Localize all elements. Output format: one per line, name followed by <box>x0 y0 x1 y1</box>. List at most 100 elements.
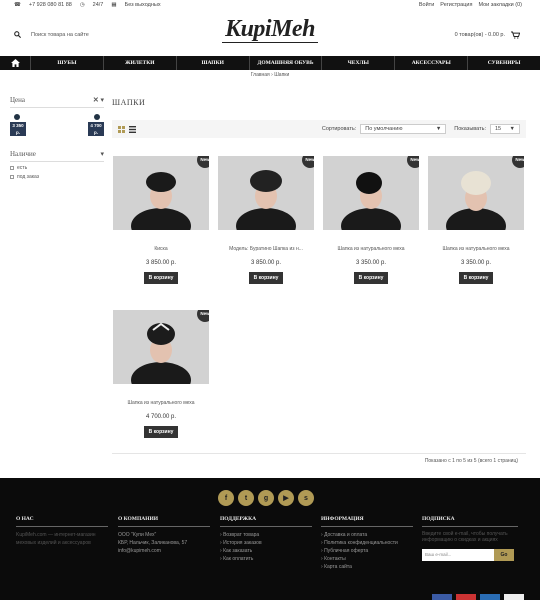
footer-link[interactable]: › История заказов <box>220 539 312 547</box>
filter-option-on-order[interactable]: под заказ <box>10 174 104 180</box>
cart-summary[interactable]: 0 товар(ов) - 0.00 р. <box>455 31 520 39</box>
nav-item-hats[interactable]: ШАПКИ <box>175 56 249 70</box>
sort-select[interactable]: По умолчанию ▼ <box>360 124 447 134</box>
cart-icon[interactable] <box>511 31 520 39</box>
price-slider-max-handle[interactable] <box>94 114 100 120</box>
home-button[interactable] <box>0 56 30 70</box>
footer-link[interactable]: › Возврат товара <box>220 531 312 539</box>
price-min-label: 3 350 р. <box>10 122 26 136</box>
nav-item-vests[interactable]: ЖИЛЕТКИ <box>102 56 176 70</box>
product-image[interactable]: New <box>218 156 314 230</box>
phone-number[interactable]: +7 928 080 81 88 <box>29 2 72 8</box>
calendar-icon: ▦ <box>111 2 117 8</box>
list-view-icon[interactable] <box>129 125 136 133</box>
footer-link[interactable]: › Как оплатить <box>220 555 312 563</box>
nav-item-slippers[interactable]: ДОМАШНЯЯ ОБУВЬ <box>248 56 322 70</box>
search-bar[interactable]: Поиск товара на сайте <box>14 31 89 38</box>
nav-item-covers[interactable]: ЧЕХЛЫ <box>321 56 394 70</box>
search-input[interactable]: Поиск товара на сайте <box>31 32 89 38</box>
product-image[interactable]: New <box>323 156 419 230</box>
price-filter-title: Цена <box>10 96 26 104</box>
model-photo-icon <box>341 172 401 230</box>
search-icon[interactable] <box>14 31 21 38</box>
product-image[interactable]: New <box>113 156 209 230</box>
availability-filter-header[interactable]: Наличие ▾ <box>10 150 104 162</box>
footer-link[interactable]: › Как заказать <box>220 547 312 555</box>
product-image[interactable]: New <box>113 310 209 384</box>
footer-subscribe-title: ПОДПИСКА <box>422 516 518 527</box>
product-card[interactable]: New Шапка из натурального меха 3 350.00 … <box>427 156 525 284</box>
twitter-icon[interactable]: t <box>238 490 254 506</box>
subscribe-text: Введите свой e-mail, чтобы получать инфо… <box>422 531 508 543</box>
add-to-cart-button[interactable]: В корзину <box>143 426 179 438</box>
footer-support: ПОДДЕРЖКА › Возврат товара › История зак… <box>220 516 312 563</box>
add-to-cart-button[interactable]: В корзину <box>353 272 389 284</box>
footer-email-link[interactable]: info@kupimeh.com <box>118 547 210 555</box>
product-name[interactable]: Шапка из натурального меха <box>427 246 525 254</box>
footer-link[interactable]: › Контакты <box>321 555 413 563</box>
footer-about-text: KupiMeh.com — интернет-магазин меховых и… <box>16 532 96 546</box>
breadcrumb-home[interactable]: Главная <box>251 72 270 78</box>
product-name[interactable]: Киска <box>112 246 210 254</box>
product-card[interactable]: New Шапка из натурального меха 3 350.00 … <box>322 156 420 284</box>
checkbox[interactable] <box>10 175 14 179</box>
price-slider-min-handle[interactable] <box>14 114 20 120</box>
product-card[interactable]: New Модель: Буратино Шапка из н... 3 850… <box>217 156 315 284</box>
price-filter-header[interactable]: Цена ✕ ▾ <box>10 96 104 108</box>
grid-view-icon[interactable] <box>118 125 125 133</box>
product-name[interactable]: Шапка из натурального меха <box>112 400 210 408</box>
product-card[interactable]: New Шапка из натурального меха 4 700.00 … <box>112 310 210 438</box>
bookmarks-link[interactable]: Мои закладки (0) <box>478 2 522 8</box>
footer-link[interactable]: › Доставка и оплата <box>321 531 413 539</box>
facebook-icon[interactable]: f <box>218 490 234 506</box>
product-price: 4 700.00 р. <box>145 414 177 420</box>
add-to-cart-button[interactable]: В корзину <box>143 272 179 284</box>
product-price: 3 850.00 р. <box>250 260 282 266</box>
youtube-icon[interactable]: ▶ <box>278 490 294 506</box>
product-card[interactable]: New Киска 3 850.00 р. В корзину <box>112 156 210 284</box>
limit-select[interactable]: 15 ▼ <box>490 124 520 134</box>
product-price: 3 850.00 р. <box>145 260 177 266</box>
footer-about: О НАС KupiMeh.com — интернет-магазин мех… <box>16 516 108 547</box>
add-to-cart-button[interactable]: В корзину <box>248 272 284 284</box>
checkbox[interactable] <box>10 166 14 170</box>
footer-about-title: О НАС <box>16 516 108 527</box>
product-name[interactable]: Модель: Буратино Шапка из н... <box>217 246 315 254</box>
cart-label[interactable]: 0 товар(ов) - 0.00 р. <box>455 32 505 38</box>
register-link[interactable]: Регистрация <box>440 2 472 8</box>
breadcrumb: Главная › Шапки <box>250 72 290 78</box>
home-icon <box>10 59 20 67</box>
footer-link[interactable]: › Политика конфиденциальности <box>321 539 413 547</box>
close-icon[interactable]: ✕ <box>93 96 99 104</box>
top-bar: ☎ +7 928 080 81 88 ◷ 24/7 ▦ Без выходных… <box>0 0 540 14</box>
filter-option-in-stock[interactable]: есть <box>10 165 104 171</box>
product-price: 3 350.00 р. <box>460 260 492 266</box>
clock-icon: ◷ <box>79 2 85 8</box>
payment-icon <box>504 594 524 600</box>
model-photo-icon <box>131 172 191 230</box>
footer-support-title: ПОДДЕРЖКА <box>220 516 312 527</box>
google-plus-icon[interactable]: g <box>258 490 274 506</box>
pagination-info: Показано с 1 по 5 из 5 (всего 1 страниц) <box>424 458 518 464</box>
product-price: 3 350.00 р. <box>355 260 387 266</box>
days-text: Без выходных <box>124 2 161 8</box>
footer-link[interactable]: › Публичная оферта <box>321 547 413 555</box>
nav-item-souvenirs[interactable]: СУВЕНИРЫ <box>467 56 540 70</box>
chevron-down-icon[interactable]: ▾ <box>100 150 104 158</box>
skype-icon[interactable]: s <box>298 490 314 506</box>
price-slider[interactable]: 3 350 р. 4 700 р. <box>10 114 104 150</box>
sort-label: Сортировать: <box>321 126 357 132</box>
chevron-down-icon[interactable]: ▾ <box>100 96 104 104</box>
nav-item-coats[interactable]: ШУБЫ <box>30 56 103 70</box>
subscribe-button[interactable]: Go <box>494 549 514 561</box>
main-nav: ШУБЫ ЖИЛЕТКИ ШАПКИ ДОМАШНЯЯ ОБУВЬ ЧЕХЛЫ … <box>0 56 540 70</box>
footer-link[interactable]: › Карта сайта <box>321 563 413 571</box>
product-image[interactable]: New <box>428 156 524 230</box>
product-name[interactable]: Шапка из натурального меха <box>322 246 420 254</box>
subscribe-form: Ваш e-mail... Go <box>422 549 518 561</box>
phone-icon: ☎ <box>14 2 21 8</box>
email-field[interactable]: Ваш e-mail... <box>422 549 494 561</box>
nav-item-accessories[interactable]: АКСЕССУАРЫ <box>394 56 467 70</box>
add-to-cart-button[interactable]: В корзину <box>458 272 494 284</box>
login-link[interactable]: Войти <box>419 2 434 8</box>
